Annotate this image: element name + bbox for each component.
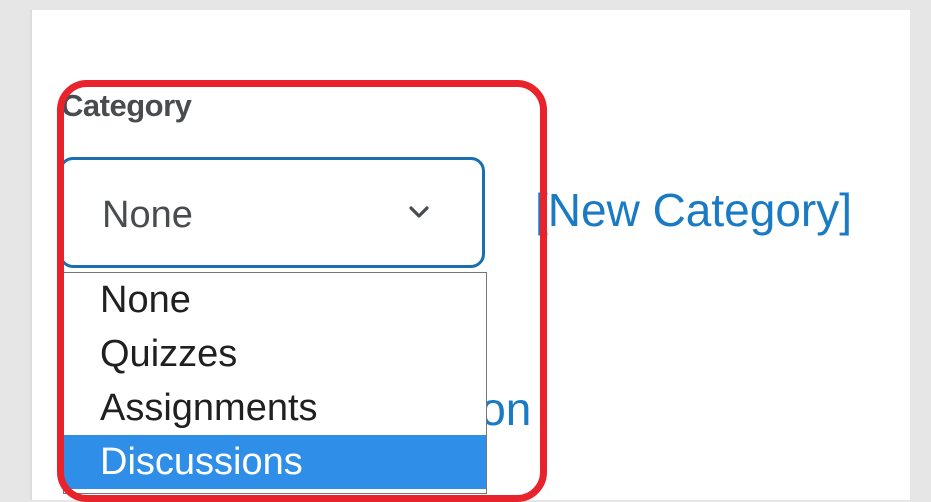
category-select-value: None <box>102 194 193 236</box>
dropdown-option-quizzes[interactable]: Quizzes <box>64 327 486 381</box>
page-edge <box>30 10 32 500</box>
dropdown-option-none[interactable]: None <box>64 273 486 327</box>
new-category-link[interactable]: [New Category] <box>535 183 852 237</box>
category-dropdown-list: None Quizzes Assignments Discussions <box>63 272 487 494</box>
category-label: Category <box>61 88 192 123</box>
dropdown-option-discussions[interactable]: Discussions <box>64 435 486 489</box>
category-select[interactable]: None <box>59 157 485 268</box>
chevron-down-icon <box>409 206 429 218</box>
page-panel: Category None [New Category] ion None Qu… <box>30 10 910 502</box>
dropdown-option-assignments[interactable]: Assignments <box>64 381 486 435</box>
